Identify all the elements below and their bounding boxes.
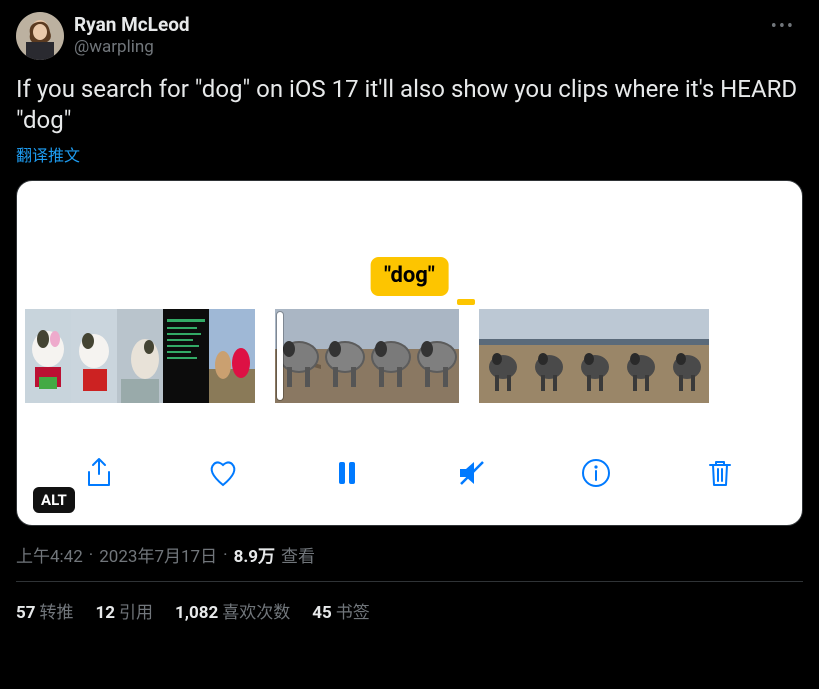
views-label: 查看 <box>281 542 315 567</box>
label-tick <box>457 299 475 305</box>
thumbnail <box>479 309 525 403</box>
thumbnail <box>321 309 367 403</box>
divider <box>16 581 803 582</box>
thumbnail <box>25 309 71 403</box>
tweet-meta[interactable]: 上午4:42 · 2023年7月17日 · 8.9万 查看 <box>16 542 803 567</box>
thumbnail <box>571 309 617 403</box>
info-icon[interactable] <box>576 453 616 493</box>
media-toolbar <box>17 445 802 501</box>
avatar[interactable] <box>16 12 64 60</box>
stat-bookmarks[interactable]: 45书签 <box>312 598 370 623</box>
thumbnail <box>163 309 209 403</box>
heart-icon[interactable] <box>203 453 243 493</box>
playhead[interactable] <box>277 312 283 400</box>
thumbnail <box>117 309 163 403</box>
pause-icon[interactable] <box>327 453 367 493</box>
tweet-header: Ryan McLeod @warpling ••• <box>16 12 803 60</box>
clip-group <box>25 309 255 403</box>
more-icon[interactable]: ••• <box>763 12 803 41</box>
author-names[interactable]: Ryan McLeod @warpling <box>74 12 190 57</box>
tweet-text: If you search for "dog" on iOS 17 it'll … <box>16 74 803 136</box>
media-card[interactable]: "dog" <box>16 180 803 526</box>
translate-link[interactable]: 翻译推文 <box>16 142 803 166</box>
alt-badge[interactable]: ALT <box>33 487 75 513</box>
handle: @warpling <box>74 37 190 57</box>
search-result-label: "dog" <box>370 257 449 296</box>
display-name: Ryan McLeod <box>74 14 190 37</box>
thumbnail <box>617 309 663 403</box>
thumbnail <box>71 309 117 403</box>
clip-group <box>479 309 709 403</box>
tweet-stats: 57转推 12引用 1,082喜欢次数 45书签 <box>16 598 803 623</box>
mute-icon[interactable] <box>452 453 492 493</box>
clip-group <box>275 309 459 403</box>
thumbnail <box>367 309 413 403</box>
stat-retweets[interactable]: 57转推 <box>16 598 74 623</box>
thumbnail <box>209 309 255 403</box>
video-timeline[interactable] <box>25 309 794 403</box>
stat-likes[interactable]: 1,082喜欢次数 <box>175 598 290 623</box>
stat-quotes[interactable]: 12引用 <box>96 598 154 623</box>
trash-icon[interactable] <box>700 453 740 493</box>
thumbnail <box>525 309 571 403</box>
thumbnail <box>663 309 709 403</box>
time: 上午4:42 <box>16 542 83 567</box>
views-number: 8.9万 <box>234 542 275 567</box>
date: 2023年7月17日 <box>99 542 217 567</box>
thumbnail <box>413 309 459 403</box>
share-icon[interactable] <box>79 453 119 493</box>
tweet-container: Ryan McLeod @warpling ••• If you search … <box>0 0 819 635</box>
